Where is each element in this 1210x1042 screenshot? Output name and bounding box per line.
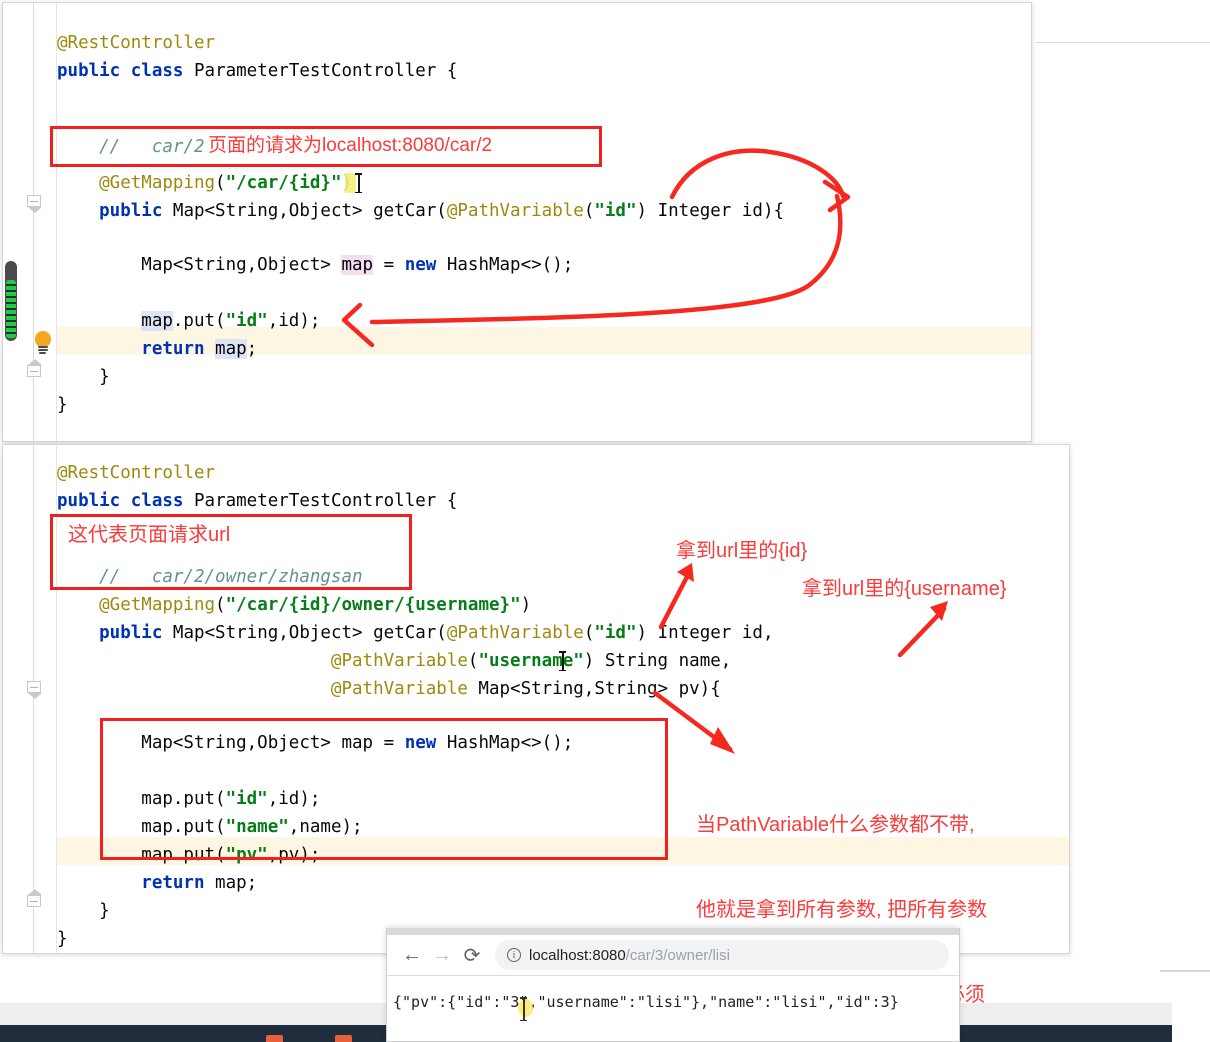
forward-icon[interactable]: → [427,940,457,970]
brace-match-highlight [345,173,356,193]
annotation-url-note-text: 页面的请求为localhost:8080/car/2 [208,135,493,156]
site-info-icon[interactable]: i [507,948,521,962]
text-caret-2 [559,651,565,671]
annotation-get-username-text: 拿到url里的{username} [802,578,1007,600]
taskbar-icon-1[interactable] [266,1035,283,1042]
browser-window[interactable]: ← → ⟳ i localhost:8080/car/3/owner/lisi … [386,928,960,1042]
mouse-text-cursor [520,997,526,1021]
text-caret [355,173,361,193]
desktop-divider-line [1035,42,1210,43]
screenshot-root: @RestController public class ParameterTe… [0,0,1210,1042]
url-path: /car/3/owner/lisi [625,946,730,964]
browser-toolbar[interactable]: ← → ⟳ i localhost:8080/car/3/owner/lisi [387,935,959,976]
annotation-box-map-puts [100,718,668,860]
vcs-change-markers [6,280,16,338]
annotation-pathvariable-note-line-1: 当PathVariable什么参数都不带, [696,813,975,836]
reload-icon[interactable]: ⟳ [457,940,487,970]
json-response-text: {"pv":{"id":"3","username":"lisi"},"name… [393,993,899,1011]
code-editor-panel-1[interactable]: @RestController public class ParameterTe… [2,2,1032,442]
fold-marker-open-icon-2[interactable] [27,681,42,699]
fold-marker-close-icon[interactable] [27,359,42,377]
address-bar-url: localhost:8080/car/3/owner/lisi [529,947,730,964]
code-annotation-restcontroller: @RestController [57,33,216,53]
fold-marker-close-icon-2[interactable] [27,889,42,907]
back-icon[interactable]: ← [397,940,427,970]
desktop-band-edge [1160,970,1210,972]
address-bar[interactable]: i localhost:8080/car/3/owner/lisi [495,940,949,970]
intention-bulb-icon[interactable] [33,331,53,355]
taskbar-icon-2[interactable] [335,1035,352,1042]
editor-code-1[interactable]: @RestController public class ParameterTe… [57,3,1031,441]
annotation-request-url-text: 这代表页面请求url [68,524,231,546]
url-host: localhost:8080 [529,946,626,964]
fold-marker-open-icon[interactable] [27,195,42,213]
annotation-pathvariable-note-line-2: 他就是拿到所有参数, 把所有参数 [696,898,988,921]
gutter-rule-2 [33,445,34,953]
editor-gutter-2[interactable] [3,445,57,953]
annotation-get-id-text: 拿到url里的{id} [676,540,808,562]
editor-gutter-1[interactable] [3,3,57,441]
editor-scrollbar-thumb[interactable] [5,261,17,341]
browser-tab-strip[interactable] [387,928,959,935]
click-highlight-dot [518,999,533,1017]
browser-content: {"pv":{"id":"3","username":"lisi"},"name… [387,977,959,1041]
